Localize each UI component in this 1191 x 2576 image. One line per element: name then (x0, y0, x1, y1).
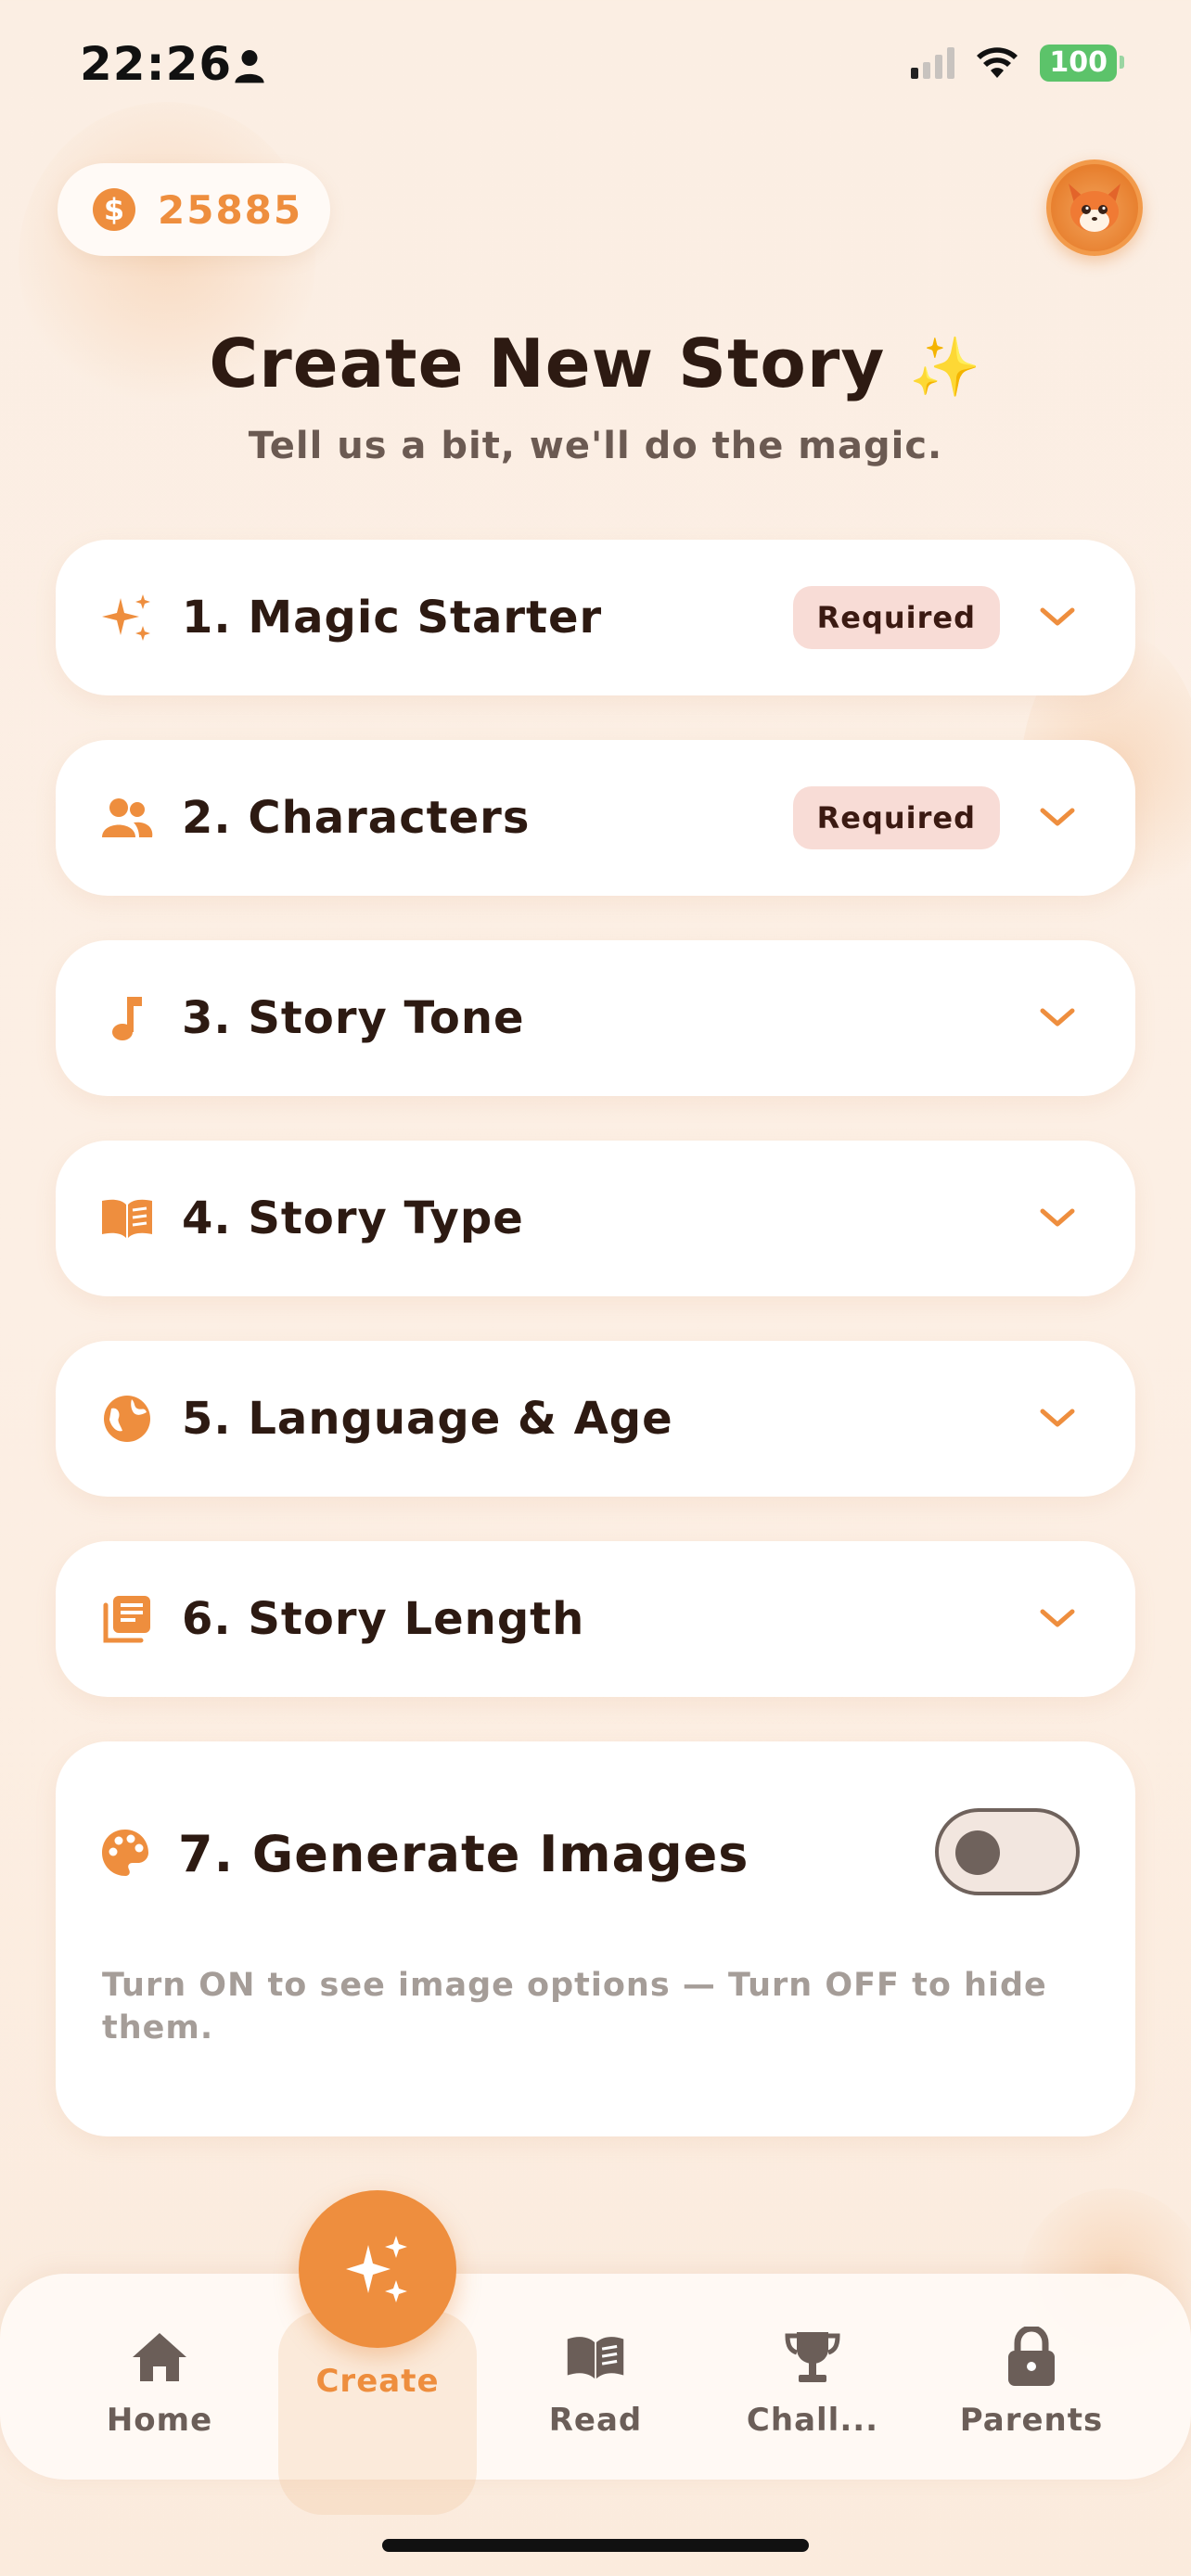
nav-label: Home (106, 2402, 213, 2439)
section-story-length[interactable]: 6. Story Length (56, 1541, 1135, 1697)
home-icon (130, 2327, 189, 2387)
dollar-coin-icon: $ (93, 188, 135, 231)
status-indicators: 100 (911, 45, 1124, 82)
sparkles-emoji: ✨ (909, 333, 982, 401)
sparkles-icon (100, 591, 154, 644)
signal-icon (911, 47, 955, 79)
book-icon (566, 2327, 625, 2387)
chevron-down-icon (1037, 797, 1078, 838)
required-badge: Required (792, 786, 1000, 849)
status-bar: 22:26 100 (0, 0, 1191, 130)
section-title: 4. Story Type (182, 1192, 524, 1244)
nav-label: Create (315, 2363, 440, 2400)
section-title: 5. Language & Age (182, 1393, 673, 1445)
fox-avatar-icon (1069, 184, 1121, 232)
music-note-icon (100, 991, 154, 1045)
page-title: Create New Story ✨ (0, 325, 1191, 402)
section-title: 7. Generate Images (178, 1825, 749, 1883)
nav-label: Read (548, 2402, 643, 2439)
article-icon (100, 1592, 154, 1646)
section-magic-starter[interactable]: 1. Magic Starter Required (56, 540, 1135, 695)
coin-balance[interactable]: $ 25885 (58, 163, 330, 256)
chevron-down-icon (1037, 998, 1078, 1039)
section-story-tone[interactable]: 3. Story Tone (56, 940, 1135, 1096)
bottom-nav: Home Create Read Chall... Parents (0, 2274, 1191, 2515)
create-story-fab[interactable] (299, 2190, 456, 2348)
sparkles-icon (346, 2236, 407, 2302)
section-story-type[interactable]: 4. Story Type (56, 1141, 1135, 1296)
section-language-age[interactable]: 5. Language & Age (56, 1341, 1135, 1497)
nav-item-home[interactable]: Home (58, 2274, 262, 2480)
nav-item-challenges[interactable]: Chall... (711, 2274, 915, 2480)
toggle-knob (955, 1830, 1000, 1875)
section-characters[interactable]: 2. Characters Required (56, 740, 1135, 896)
palette-icon (100, 1828, 150, 1881)
wifi-icon (977, 47, 1018, 78)
nav-label: Chall... (746, 2402, 879, 2439)
profile-avatar[interactable] (1046, 159, 1143, 256)
nav-label: Parents (959, 2402, 1104, 2439)
globe-icon (100, 1392, 154, 1446)
chevron-down-icon (1037, 1599, 1078, 1639)
open-book-icon (100, 1192, 154, 1245)
status-time: 22:26 (80, 37, 233, 91)
generate-images-description: Turn ON to see image options — Turn OFF … (102, 1967, 1047, 2047)
section-title: 2. Characters (182, 792, 531, 844)
required-badge: Required (792, 586, 1000, 649)
person-icon (235, 50, 264, 83)
lock-icon (1002, 2327, 1061, 2387)
chevron-down-icon (1037, 1398, 1078, 1439)
battery-icon: 100 (1040, 45, 1124, 82)
page-title-text: Create New Story (209, 325, 886, 402)
coin-balance-value: 25885 (158, 186, 303, 233)
generate-images-header: 7. Generate Images (100, 1825, 749, 1883)
people-icon (100, 791, 154, 845)
nav-item-parents[interactable]: Parents (929, 2274, 1133, 2480)
section-title: 6. Story Length (182, 1593, 585, 1645)
nav-item-read[interactable]: Read (493, 2274, 698, 2480)
page-subtitle: Tell us a bit, we'll do the magic. (248, 425, 943, 467)
chevron-down-icon (1037, 597, 1078, 638)
section-title: 3. Story Tone (182, 992, 525, 1044)
trophy-icon (783, 2327, 842, 2387)
chevron-down-icon (1037, 1198, 1078, 1239)
home-indicator (382, 2539, 809, 2552)
section-generate-images: 7. Generate Images Turn ON to see image … (56, 1741, 1135, 2136)
section-title: 1. Magic Starter (182, 592, 603, 644)
generate-images-toggle[interactable] (935, 1808, 1080, 1895)
